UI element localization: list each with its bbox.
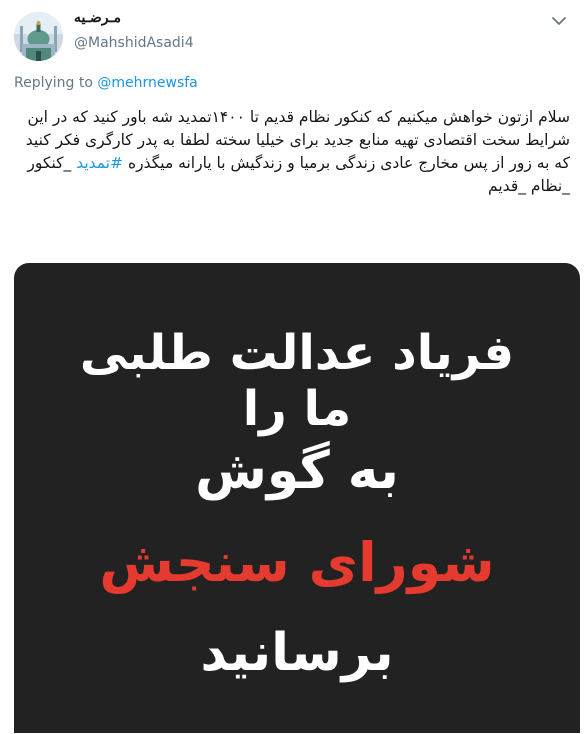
chevron-down-icon	[552, 17, 566, 25]
more-options-button[interactable]	[548, 12, 570, 30]
tweet: مـرضـیه @MahshidAsadi4 Replying to @mehr…	[0, 0, 584, 734]
tweet-media-image[interactable]: فریاد عدالت طلبی ما را به گوش شورای سنجش…	[14, 263, 580, 733]
poster-line-1: فریاد عدالت طلبی	[79, 325, 515, 381]
avatar[interactable]	[14, 12, 63, 61]
replying-to-label: Replying to	[14, 75, 93, 91]
replying-to-mention-link[interactable]: @mehrnewsfa	[97, 75, 197, 91]
replying-to: Replying to @mehrnewsfa	[14, 75, 198, 91]
poster-line-2: ما را	[242, 381, 352, 437]
tweet-body: سلام ازتون خواهش میکنیم که کنکور نظام قد…	[14, 106, 570, 198]
poster-line-3: به گوش	[195, 441, 399, 501]
user-handle[interactable]: @MahshidAsadi4	[74, 35, 194, 51]
poster-line-5: برسانید	[200, 623, 394, 683]
hashtag-link[interactable]: #تمدید	[76, 154, 123, 172]
display-name[interactable]: مـرضـیه	[74, 10, 121, 26]
mosque-avatar-image	[14, 12, 63, 61]
poster-line-4: شورای سنجش	[99, 531, 495, 594]
